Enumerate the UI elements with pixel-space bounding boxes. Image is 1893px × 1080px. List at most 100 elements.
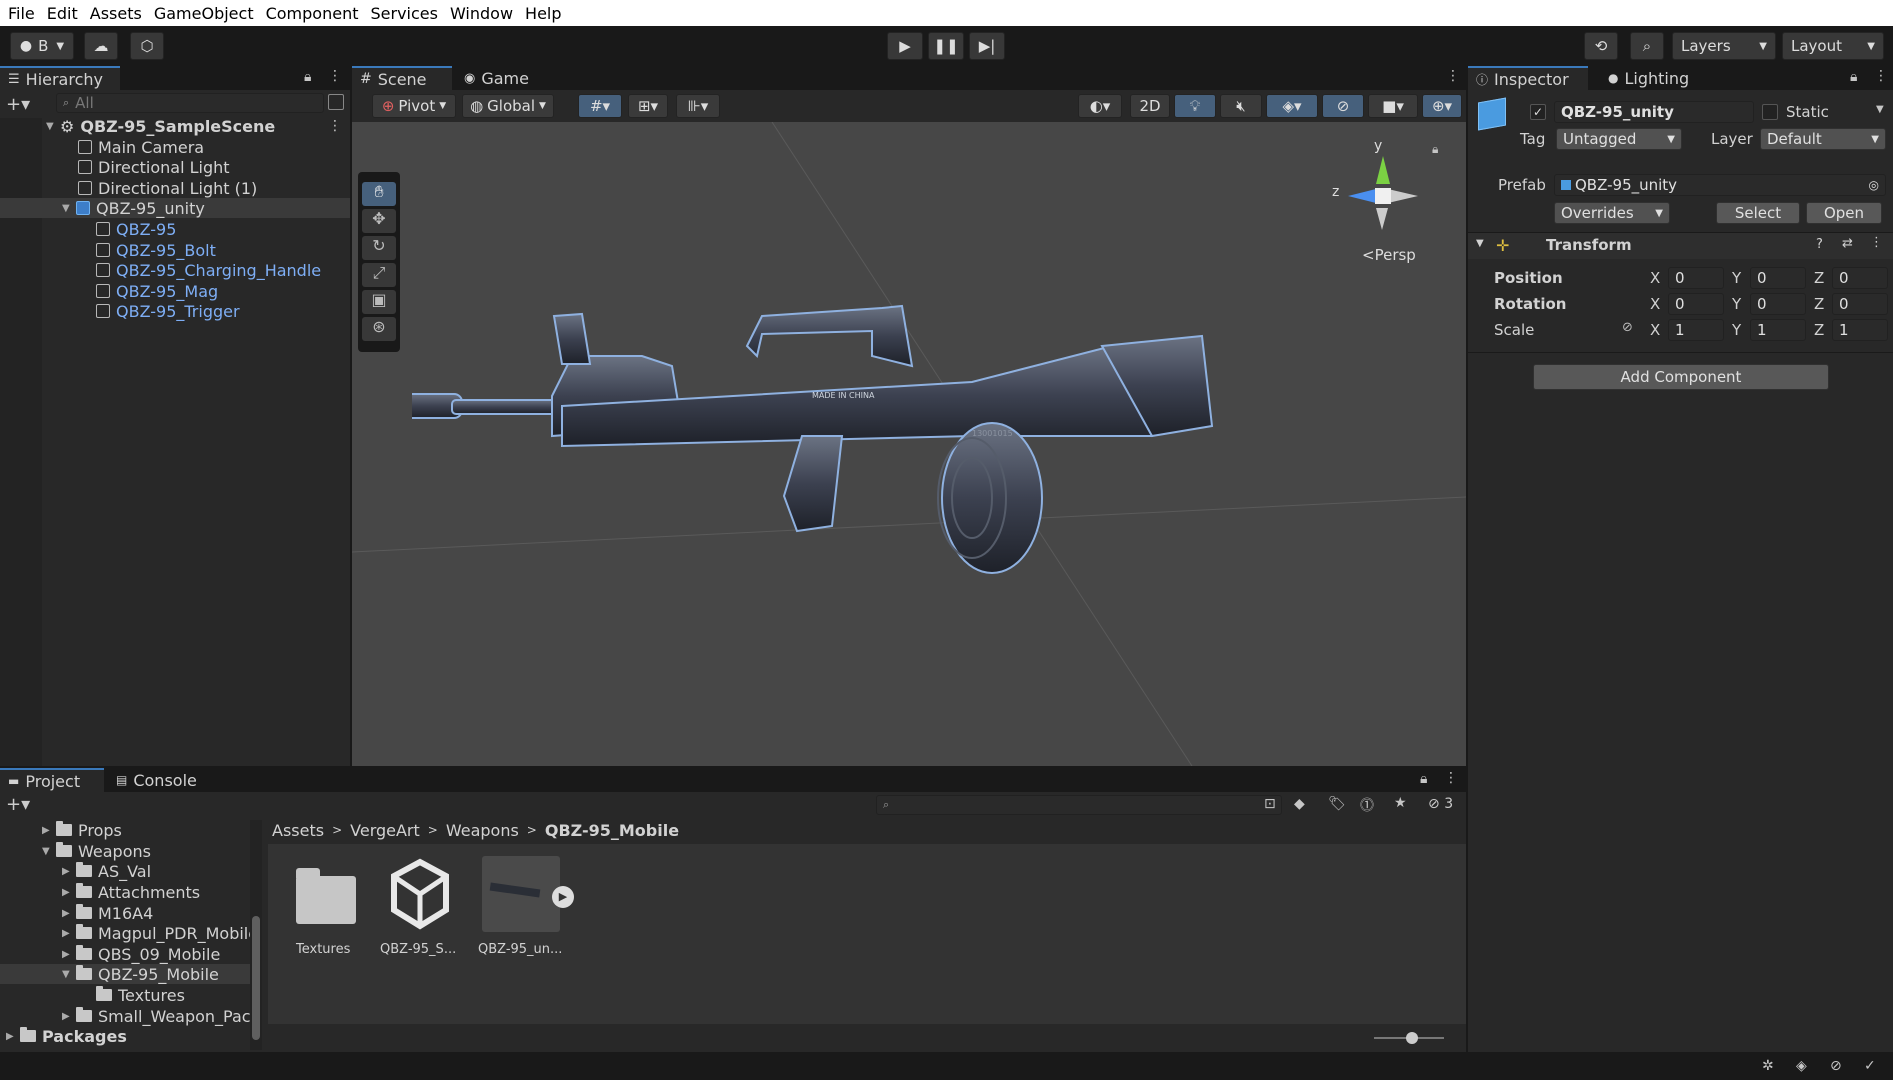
scrollbar-thumb[interactable] <box>252 916 260 1040</box>
audio-toggle[interactable]: 🔇︎ <box>1220 94 1262 118</box>
lock-icon[interactable]: 🔒︎ <box>1432 142 1438 157</box>
rotation-x-field[interactable]: 0 <box>1668 293 1724 315</box>
unlink-icon[interactable]: ⊘ <box>1622 320 1633 335</box>
lighting-toggle[interactable]: 💡︎ <box>1174 94 1216 118</box>
preset-icon[interactable]: ⇄ <box>1842 236 1853 251</box>
chevron-down-icon[interactable]: ▼ <box>1876 104 1884 115</box>
pivot-dropdown[interactable]: ⊕ Pivot ▼ <box>372 94 456 118</box>
folder-tree-item[interactable]: Textures <box>96 985 185 1005</box>
search-button[interactable]: ⌕ <box>1630 32 1664 60</box>
menu-window[interactable]: Window <box>450 4 513 23</box>
check-circle-icon[interactable]: ✓ <box>1864 1058 1876 1074</box>
breadcrumb-current[interactable]: QBZ-95_Mobile <box>545 821 679 840</box>
tab-console[interactable]: ▤ Console <box>108 768 208 792</box>
breadcrumb-item[interactable]: Assets <box>272 821 324 840</box>
tab-inspector[interactable]: ⓘ Inspector <box>1468 66 1588 90</box>
tab-hierarchy[interactable]: ☰ Hierarchy <box>0 66 120 90</box>
play-button[interactable]: ▶ <box>887 32 923 60</box>
no-network-icon[interactable]: ⊘ <box>1830 1058 1842 1074</box>
folder-tree-item[interactable]: ▶ Props <box>42 820 122 840</box>
hierarchy-item[interactable]: QBZ-95_Charging_Handle <box>96 260 321 280</box>
lock-icon[interactable]: 🔒︎ <box>304 69 311 85</box>
persp-label[interactable]: <Persp <box>1362 246 1416 264</box>
position-x-field[interactable]: 0 <box>1668 267 1724 289</box>
scale-x-field[interactable]: 1 <box>1668 319 1724 341</box>
search-settings-icon[interactable]: ⊡ <box>1264 796 1276 812</box>
breadcrumb-item[interactable]: Weapons <box>446 821 519 840</box>
hierarchy-item[interactable]: QBZ-95_Bolt <box>96 240 216 260</box>
active-checkbox[interactable]: ✓ <box>1530 104 1546 120</box>
menu-gameobject[interactable]: GameObject <box>154 4 254 23</box>
position-z-field[interactable]: 0 <box>1832 267 1888 289</box>
folder-tree-item[interactable]: ▼ Weapons <box>42 841 151 861</box>
hidden-toggle[interactable]: ⊘ <box>1322 94 1364 118</box>
filter-label-icon[interactable]: 🏷︎ <box>1328 796 1346 812</box>
open-button[interactable]: Open <box>1806 202 1882 224</box>
bug-icon[interactable]: ✲ <box>1762 1058 1774 1074</box>
layers-icon[interactable]: ◈ <box>1796 1058 1807 1074</box>
lock-icon[interactable]: 🔒︎ <box>1420 771 1427 787</box>
gizmo-x-arrow[interactable] <box>1388 189 1418 203</box>
position-y-field[interactable]: 0 <box>1750 267 1806 289</box>
hierarchy-item[interactable]: QBZ-95_Trigger <box>96 301 240 321</box>
rotation-z-field[interactable]: 0 <box>1832 293 1888 315</box>
folder-tree-item[interactable]: ▶ Magpul_PDR_Mobile <box>62 923 258 943</box>
static-checkbox[interactable] <box>1762 104 1778 120</box>
select-button[interactable]: Select <box>1716 202 1800 224</box>
folder-tree-item[interactable]: ▶ AS_Val <box>62 861 151 881</box>
object-name-field[interactable]: QBZ-95_unity <box>1554 101 1754 123</box>
prefab-asset-field[interactable]: QBZ-95_unity ◎ <box>1554 174 1886 196</box>
pause-button[interactable]: ❚❚ <box>928 32 964 60</box>
menu-edit[interactable]: Edit <box>47 4 78 23</box>
add-object-button[interactable]: +▾ <box>6 94 30 115</box>
folder-tree-item[interactable]: ▶ Small_Weapon_Pack <box>62 1006 260 1026</box>
hidden-packages-toggle[interactable]: ⊘ 3 <box>1428 796 1453 812</box>
hierarchy-item[interactable]: Directional Light (1) <box>78 178 257 198</box>
rotate-tool-button[interactable]: ↻ <box>362 236 396 260</box>
favorite-icon[interactable]: ★ <box>1394 795 1407 811</box>
packages-item[interactable]: ▶ Packages <box>6 1026 127 1046</box>
scene-visibility-icon[interactable] <box>328 94 344 110</box>
global-dropdown[interactable]: ◍ Global ▼ <box>462 94 554 118</box>
account-dropdown[interactable]: ● B <box>10 32 74 60</box>
gizmo-z-arrow[interactable] <box>1348 189 1376 203</box>
more-icon[interactable]: ⋮ <box>1444 770 1458 786</box>
menu-file[interactable]: File <box>8 4 35 23</box>
scale-y-field[interactable]: 1 <box>1750 319 1806 341</box>
project-search-input[interactable]: ⌕ <box>876 795 1282 815</box>
more-icon[interactable]: ⋮ <box>1870 235 1883 250</box>
create-asset-button[interactable]: +▾ <box>6 794 30 815</box>
hierarchy-item-selected[interactable]: ▼ QBZ-95_unity <box>62 198 205 218</box>
rect-tool-button[interactable]: ▣ <box>362 290 396 314</box>
rifle-model[interactable]: MADE IN CHINA 13001015 <box>412 286 1252 626</box>
gizmo-center[interactable] <box>1375 188 1391 204</box>
hierarchy-search-input[interactable]: ⌕ All <box>56 93 324 113</box>
scale-z-field[interactable]: 1 <box>1832 319 1888 341</box>
add-component-button[interactable]: Add Component <box>1533 364 1829 390</box>
asset-item[interactable]: Textures <box>288 856 360 966</box>
history-button[interactable]: ⟲ <box>1584 32 1618 60</box>
folder-tree-item[interactable]: ▶ QBS_09_Mobile <box>62 944 220 964</box>
tag-dropdown[interactable]: Untagged <box>1556 128 1682 150</box>
increment-snap-button[interactable]: ⊞▾ <box>628 94 668 118</box>
hierarchy-item[interactable]: Main Camera <box>78 137 204 157</box>
help-icon[interactable]: ? <box>1816 237 1823 252</box>
zoom-slider-thumb[interactable] <box>1406 1032 1418 1044</box>
folder-tree-scrollbar[interactable] <box>250 820 262 1050</box>
move-tool-button[interactable]: ✥ <box>362 209 396 233</box>
tab-game[interactable]: ◉ Game <box>456 66 536 90</box>
filter-type-icon[interactable]: ◆ <box>1294 796 1305 812</box>
camera-dropdown[interactable]: ■▾ <box>1368 94 1418 118</box>
gizmos-dropdown[interactable]: ⊕▾ <box>1422 94 1462 118</box>
scene-row[interactable]: ▼ ⚙ QBZ-95_SampleScene <box>46 116 275 136</box>
lock-icon[interactable]: 🔒︎ <box>1850 69 1857 85</box>
tab-project[interactable]: ▬ Project <box>0 768 104 792</box>
ruler-button[interactable]: ⊪▾ <box>676 94 720 118</box>
transform-tool-button[interactable]: ⊛ <box>362 317 396 341</box>
more-icon[interactable]: ⋮ <box>1446 68 1460 84</box>
hierarchy-item[interactable]: QBZ-95_Mag <box>96 281 218 301</box>
menu-component[interactable]: Component <box>266 4 359 23</box>
folder-tree-item[interactable]: ▶ M16A4 <box>62 903 153 923</box>
layout-dropdown[interactable]: Layout <box>1782 32 1884 60</box>
hierarchy-item[interactable]: Directional Light <box>78 157 230 177</box>
